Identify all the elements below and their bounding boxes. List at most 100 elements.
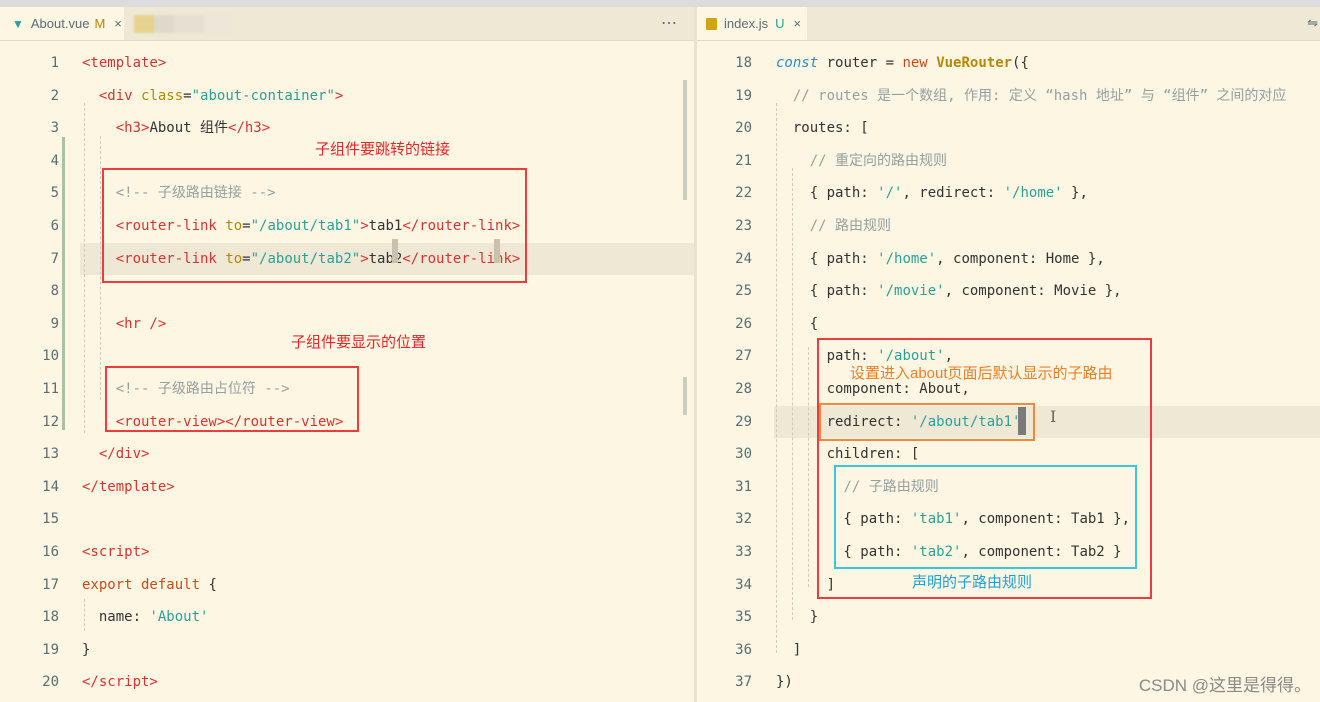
close-tab-icon[interactable]: × (114, 16, 122, 31)
line-number: 20 (735, 120, 752, 137)
code-line[interactable]: 19 // routes 是一个数组, 作用: 定义 “hash 地址” 与 “… (697, 80, 1320, 112)
code-text[interactable]: export default { (82, 569, 217, 601)
right-editor-pane[interactable]: index.js U × ⇋ 18 const router = new VueR… (697, 7, 1320, 702)
line-number: 17 (42, 576, 59, 593)
line-number: 23 (735, 218, 752, 234)
line-number: 8 (50, 283, 59, 300)
line-number: 28 (735, 381, 752, 397)
code-text[interactable]: const router = new VueRouter({ (776, 47, 1029, 79)
line-number: 21 (735, 152, 752, 169)
code-line[interactable]: 25 { path: '/movie', component: Movie }, (697, 275, 1320, 307)
scrollbar-marker (683, 377, 687, 415)
line-number: 1 (50, 55, 59, 71)
code-line[interactable]: 18 name: 'About' (0, 601, 694, 633)
code-text[interactable]: ] (776, 634, 801, 666)
code-text[interactable]: { path: '/home', component: Home }, (776, 243, 1105, 275)
code-line[interactable]: 1 <template> (0, 47, 694, 79)
left-editor-pane[interactable]: ▼ About.vue M × ⋯ 1 <template> 2 <div clas… (0, 7, 694, 702)
code-text[interactable]: routes: [ (776, 112, 869, 144)
code-line[interactable]: 35 } (697, 601, 1320, 633)
line-number: 29 (735, 413, 752, 430)
code-text[interactable]: // 重定向的路由规则 (776, 145, 947, 177)
line-number: 35 (735, 609, 752, 626)
router-link-highlight-box (102, 168, 527, 283)
router-view-highlight-box (105, 366, 359, 432)
code-line[interactable]: 15 (0, 503, 694, 535)
tab-about-vue-label: About.vue (30, 16, 90, 31)
more-actions-icon[interactable]: ⋯ (661, 13, 678, 33)
children-highlight-box (834, 465, 1137, 569)
code-text[interactable]: // routes 是一个数组, 作用: 定义 “hash 地址” 与 “组件”… (776, 80, 1287, 112)
line-number: 12 (42, 413, 59, 430)
code-text[interactable]: <h3>About 组件</h3> (82, 112, 270, 144)
code-text[interactable]: </div> (82, 438, 150, 470)
line-number: 3 (50, 120, 59, 137)
line-number: 27 (735, 348, 752, 365)
redirect-highlight-box (819, 403, 1035, 441)
code-text[interactable]: name: 'About' (82, 601, 209, 633)
code-text[interactable]: { path: '/', redirect: '/home' }, (776, 177, 1088, 209)
indent-guide (84, 599, 86, 631)
line-number: 13 (42, 446, 59, 463)
blurred-tab[interactable] (134, 15, 229, 33)
code-line[interactable]: 18 const router = new VueRouter({ (697, 47, 1320, 79)
code-text[interactable]: </script> (82, 666, 158, 698)
line-number: 36 (735, 641, 752, 658)
code-line[interactable]: 2 <div class="about-container"> (0, 80, 694, 112)
line-number: 32 (735, 511, 752, 528)
line-number: 7 (50, 250, 59, 267)
code-line[interactable]: 14 </template> (0, 471, 694, 503)
code-text[interactable]: </template> (82, 471, 175, 503)
code-text[interactable]: { path: '/movie', component: Movie }, (776, 275, 1122, 307)
git-change-bar (62, 137, 65, 430)
code-line[interactable]: 24 { path: '/home', component: Home }, (697, 243, 1320, 275)
code-line[interactable]: 17 export default { (0, 569, 694, 601)
line-number: 18 (735, 55, 752, 71)
right-tab-bar: index.js U × ⇋ (697, 7, 1320, 41)
line-number: 18 (42, 609, 59, 626)
line-number: 10 (42, 348, 59, 365)
line-number: 11 (42, 381, 59, 397)
code-line[interactable]: 20 </script> (0, 666, 694, 698)
code-text[interactable]: { (776, 308, 818, 340)
code-line[interactable]: 21 // 重定向的路由规则 (697, 145, 1320, 177)
untracked-indicator: U (775, 16, 785, 31)
line-number: 16 (42, 544, 59, 560)
code-line[interactable]: 19} (0, 634, 694, 666)
line-number: 20 (42, 674, 59, 691)
code-line[interactable]: 22 { path: '/', redirect: '/home' }, (697, 177, 1320, 209)
code-text[interactable]: <template> (82, 47, 166, 79)
code-line[interactable]: 20 routes: [ (697, 112, 1320, 144)
line-number: 6 (50, 218, 59, 234)
annotation-child-rules: 声明的子路由规则 (912, 574, 1033, 591)
line-number: 25 (735, 283, 752, 300)
annotation-display-position: 子组件要显示的位置 (291, 334, 427, 351)
code-line[interactable]: 13 </div> (0, 438, 694, 470)
indent-guide (808, 347, 810, 587)
annotation-default-child: 设置进入about页面后默认显示的子路由 (850, 365, 1113, 382)
line-number: 22 (735, 185, 752, 202)
window-top-strip (0, 0, 1320, 7)
line-number: 37 (735, 674, 752, 691)
code-text[interactable]: } (82, 634, 90, 666)
code-text[interactable]: }) (776, 666, 793, 698)
line-number: 4 (50, 152, 59, 169)
code-line[interactable]: 23 // 路由规则 (697, 210, 1320, 242)
indent-guide (792, 168, 794, 620)
csdn-watermark: CSDN @这里是得得。 (1138, 676, 1311, 695)
code-text[interactable]: <script> (82, 536, 149, 568)
code-line[interactable]: 16 <script> (0, 536, 694, 568)
split-editor-icon[interactable]: ⇋ (1307, 15, 1318, 31)
scrollbar-marker (683, 80, 687, 200)
line-number: 9 (50, 315, 59, 332)
tab-index-js-label: index.js (724, 16, 769, 31)
tab-index-js[interactable]: index.js U × (697, 7, 807, 40)
code-line[interactable]: 36 ] (697, 634, 1320, 666)
code-line[interactable]: 26 { (697, 308, 1320, 340)
close-tab-icon[interactable]: × (793, 16, 801, 31)
code-text[interactable]: } (776, 601, 818, 633)
code-text[interactable]: <hr /> (82, 308, 167, 340)
modified-indicator: M (94, 16, 106, 31)
tab-about-vue[interactable]: ▼ About.vue M × (0, 7, 124, 40)
code-text[interactable]: <div class="about-container"> (82, 80, 343, 112)
